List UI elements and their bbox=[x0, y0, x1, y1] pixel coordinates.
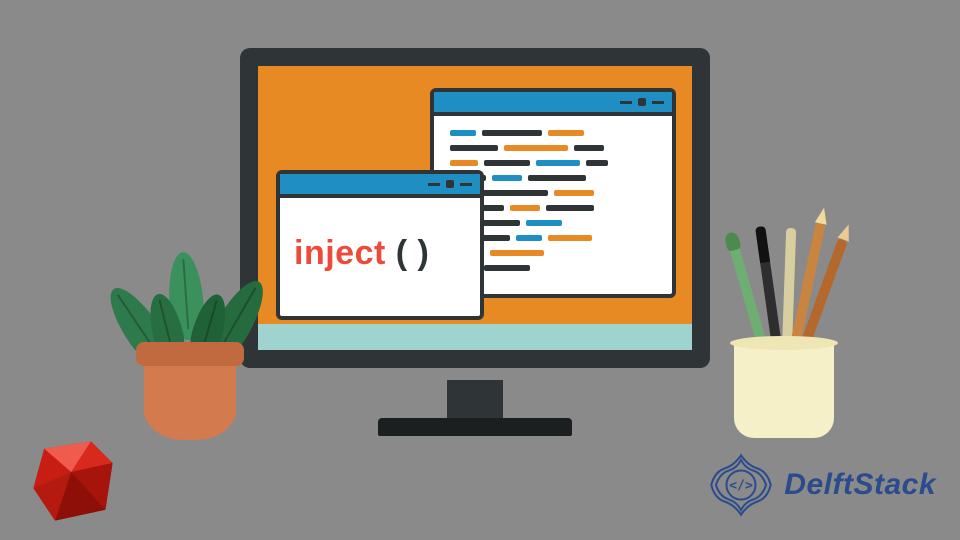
delftstack-wordmark: DelftStack bbox=[784, 468, 936, 502]
method-label: inject ( ) bbox=[294, 234, 429, 273]
pen-cup bbox=[734, 342, 834, 438]
method-window: inject ( ) bbox=[276, 170, 484, 320]
window-control-min-icon bbox=[428, 183, 440, 186]
window-control-close-icon bbox=[460, 183, 472, 186]
monitor-stand-base bbox=[378, 418, 572, 436]
svg-text:</>: </> bbox=[729, 479, 753, 494]
pen-cup-illustration bbox=[726, 268, 846, 438]
code-window-titlebar bbox=[434, 92, 672, 116]
window-control-max-icon bbox=[446, 180, 454, 188]
window-control-min-icon bbox=[620, 101, 632, 104]
method-paren: ( ) bbox=[396, 234, 430, 272]
monitor-stand-neck bbox=[447, 380, 503, 420]
plant-illustration bbox=[126, 244, 256, 440]
method-window-titlebar bbox=[280, 174, 480, 198]
delftstack-emblem-icon: </> bbox=[708, 452, 774, 518]
plant-pot bbox=[144, 358, 236, 440]
method-name: inject bbox=[294, 234, 386, 272]
ruby-logo-icon bbox=[28, 436, 118, 526]
delftstack-logo: </> DelftStack bbox=[708, 452, 936, 518]
window-control-max-icon bbox=[638, 98, 646, 106]
window-control-close-icon bbox=[652, 101, 664, 104]
